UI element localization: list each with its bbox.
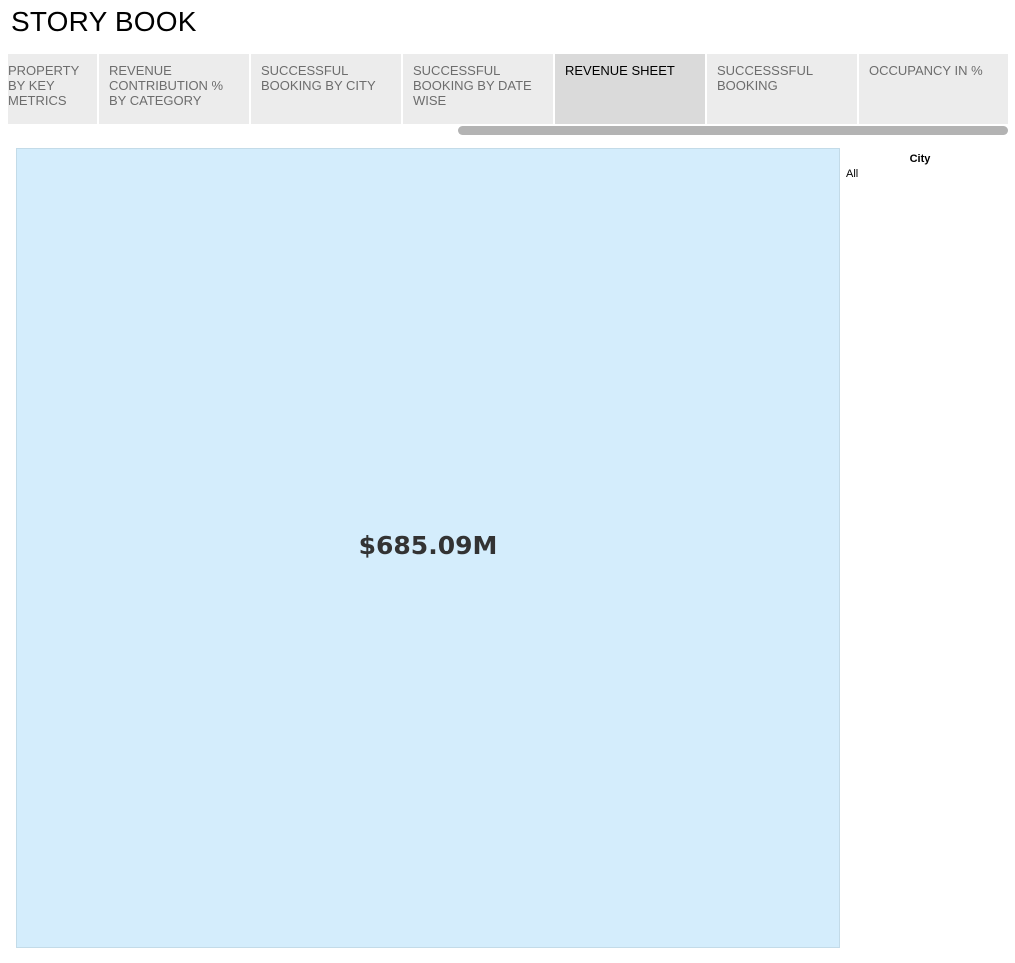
tab-successful-booking-by-date-wise[interactable]: SUCCESSFUL BOOKING BY DATE WISE — [403, 54, 553, 124]
tab-label: OCCUPANCY IN % — [869, 63, 983, 78]
revenue-kpi-value: $685.09M — [358, 531, 498, 560]
tab-label: SUCCESSSFUL BOOKING — [717, 63, 813, 93]
tab-revenue-contribution-by-category[interactable]: REVENUE CONTRIBUTION % BY CATEGORY — [99, 54, 249, 124]
tab-label: SUCCESSFUL BOOKING BY CITY — [261, 63, 376, 93]
tab-label: REVENUE SHEET — [565, 63, 675, 78]
tab-successsful-booking[interactable]: SUCCESSSFUL BOOKING — [707, 54, 857, 124]
tab-successful-booking-by-city[interactable]: SUCCESSFUL BOOKING BY CITY — [251, 54, 401, 124]
tab-strip-scrollbar[interactable] — [458, 126, 1008, 135]
city-filter: City All — [845, 150, 1005, 190]
tab-label: SUCCESSFUL BOOKING BY DATE WISE — [413, 63, 532, 108]
tab-label: REVENUE CONTRIBUTION % BY CATEGORY — [109, 63, 224, 108]
tab-property-by-key-metrics[interactable]: PROPERTY BY KEY METRICS — [8, 54, 97, 124]
story-tab-strip: PROPERTY BY KEY METRICS REVENUE CONTRIBU… — [8, 54, 1008, 124]
story-title: STORY BOOK — [11, 6, 197, 37]
city-filter-title: City — [909, 153, 931, 165]
tab-revenue-sheet[interactable]: REVENUE SHEET — [555, 54, 705, 124]
city-filter-value[interactable]: All — [846, 168, 858, 180]
revenue-kpi-tile: $685.09M — [16, 148, 840, 948]
tab-occupancy-in-percent[interactable]: OCCUPANCY IN % — [859, 54, 1008, 124]
tab-label: PROPERTY BY KEY METRICS — [8, 63, 80, 108]
